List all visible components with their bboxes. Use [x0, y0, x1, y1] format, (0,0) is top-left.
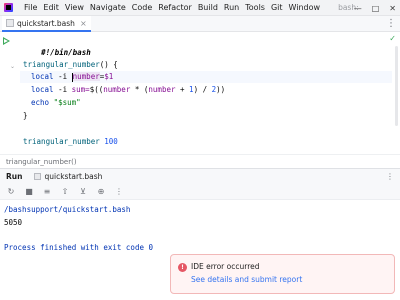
code-token: * ( — [130, 85, 149, 94]
code-line-7: } — [23, 110, 28, 122]
menu-run[interactable]: Run — [221, 3, 242, 12]
code-line-1: #!/bin/bash — [23, 35, 91, 57]
variable: sum= — [71, 85, 90, 94]
bash-file-icon — [34, 173, 42, 180]
pin-icon[interactable]: ⇧ — [60, 187, 70, 196]
code-token: )) — [216, 85, 226, 94]
error-icon: ! — [178, 263, 187, 272]
variable: number — [103, 85, 131, 94]
code-token: $(( — [89, 85, 104, 94]
menu-code[interactable]: Code — [129, 3, 155, 12]
more-actions-icon[interactable]: ⋮ — [114, 187, 124, 196]
menu-view[interactable]: View — [62, 3, 87, 12]
number-literal: 100 — [104, 137, 118, 146]
submit-report-link[interactable]: See details and submit report — [191, 275, 302, 284]
editor-tab-label: quickstart.bash — [17, 18, 75, 28]
minimize-icon[interactable]: — — [354, 4, 362, 13]
menu-build[interactable]: Build — [195, 3, 221, 12]
menu-tools[interactable]: Tools — [242, 3, 268, 12]
function-name: triangular_number — [23, 60, 100, 69]
string-literal: "$sum" — [53, 98, 81, 107]
code-token: () { — [99, 60, 118, 69]
keyword: local — [31, 85, 54, 94]
title-bar: File Edit View Navigate Code Refactor Bu… — [0, 0, 400, 16]
console-output: 5050 — [4, 218, 23, 227]
code-token: } — [23, 111, 28, 120]
menu-file[interactable]: File — [21, 3, 40, 12]
app-logo-icon — [4, 3, 13, 12]
editor-gutter: ⌄ — [0, 32, 20, 154]
inspection-ok-icon[interactable]: ✓ — [389, 34, 396, 43]
run-gutter-icon[interactable] — [3, 37, 10, 45]
menu-window[interactable]: Window — [286, 3, 324, 12]
variable: $1 — [104, 72, 114, 81]
keyword: echo — [31, 98, 50, 107]
function-call: triangular_number — [23, 137, 100, 146]
bash-file-icon — [6, 19, 14, 27]
code-token: -i — [58, 85, 68, 94]
variable: number — [72, 72, 100, 81]
menu-edit[interactable]: Edit — [40, 3, 62, 12]
window-controls: — □ ✕ — [354, 0, 396, 16]
menu-navigate[interactable]: Navigate — [87, 3, 129, 12]
debug-icon[interactable]: ⊕ — [96, 187, 106, 196]
keyword: local — [31, 72, 54, 81]
more-options-icon[interactable]: ⋮ — [386, 172, 394, 181]
code-line-4: local -i number=$1 — [31, 71, 113, 83]
menu-refactor[interactable]: Refactor — [155, 3, 195, 12]
notification-title: IDE error occurred — [191, 262, 260, 271]
code-token: ) / — [193, 85, 212, 94]
stop-icon[interactable]: ■ — [24, 187, 34, 196]
code-token: + — [175, 85, 190, 94]
editor-scrollbar[interactable] — [395, 46, 398, 126]
editor-tab-quickstart[interactable]: quickstart.bash × — [2, 16, 91, 32]
fold-icon[interactable]: ⌄ — [10, 63, 15, 70]
close-tab-icon[interactable]: × — [80, 19, 87, 28]
rerun-icon[interactable]: ↻ — [6, 187, 16, 196]
breadcrumb[interactable]: triangular_number() — [0, 154, 400, 168]
run-tab-label: quickstart.bash — [44, 172, 103, 181]
soft-wrap-icon[interactable]: ≡ — [42, 187, 52, 196]
code-line-5: local -i sum=$((number * (number + 1) / … — [31, 84, 225, 96]
code-line-3: triangular_number() { — [23, 59, 118, 71]
code-editor[interactable]: ⌄ ✓ #!/bin/bash triangular_number() { lo… — [0, 32, 400, 154]
run-tab-quickstart[interactable]: quickstart.bash — [28, 169, 108, 185]
code-token: -i — [58, 72, 68, 81]
variable: number — [148, 85, 176, 94]
console-exit-message: Process finished with exit code 0 — [4, 243, 154, 252]
ide-error-notification: ! IDE error occurred See details and sub… — [170, 254, 395, 294]
code-line-6: echo "$sum" — [31, 97, 81, 109]
close-window-icon[interactable]: ✕ — [389, 4, 396, 13]
run-tool-window-title: Run — [6, 172, 23, 181]
editor-tab-bar: quickstart.bash × ⋮ — [0, 16, 400, 32]
console-path[interactable]: /bashsupport/quickstart.bash — [4, 204, 130, 216]
run-tool-window-header: Run quickstart.bash ⋮ — [0, 168, 400, 184]
more-options-icon[interactable]: ⋮ — [386, 18, 396, 29]
shebang: #!/bin/bash — [41, 48, 91, 57]
maximize-icon[interactable]: □ — [372, 4, 380, 13]
filter-icon[interactable]: ⊻ — [78, 187, 88, 196]
code-line-9: triangular_number 100 — [23, 136, 118, 148]
run-toolbar: ↻ ■ ≡ ⇧ ⊻ ⊕ ⋮ — [0, 184, 400, 200]
menu-git[interactable]: Git — [268, 3, 286, 12]
